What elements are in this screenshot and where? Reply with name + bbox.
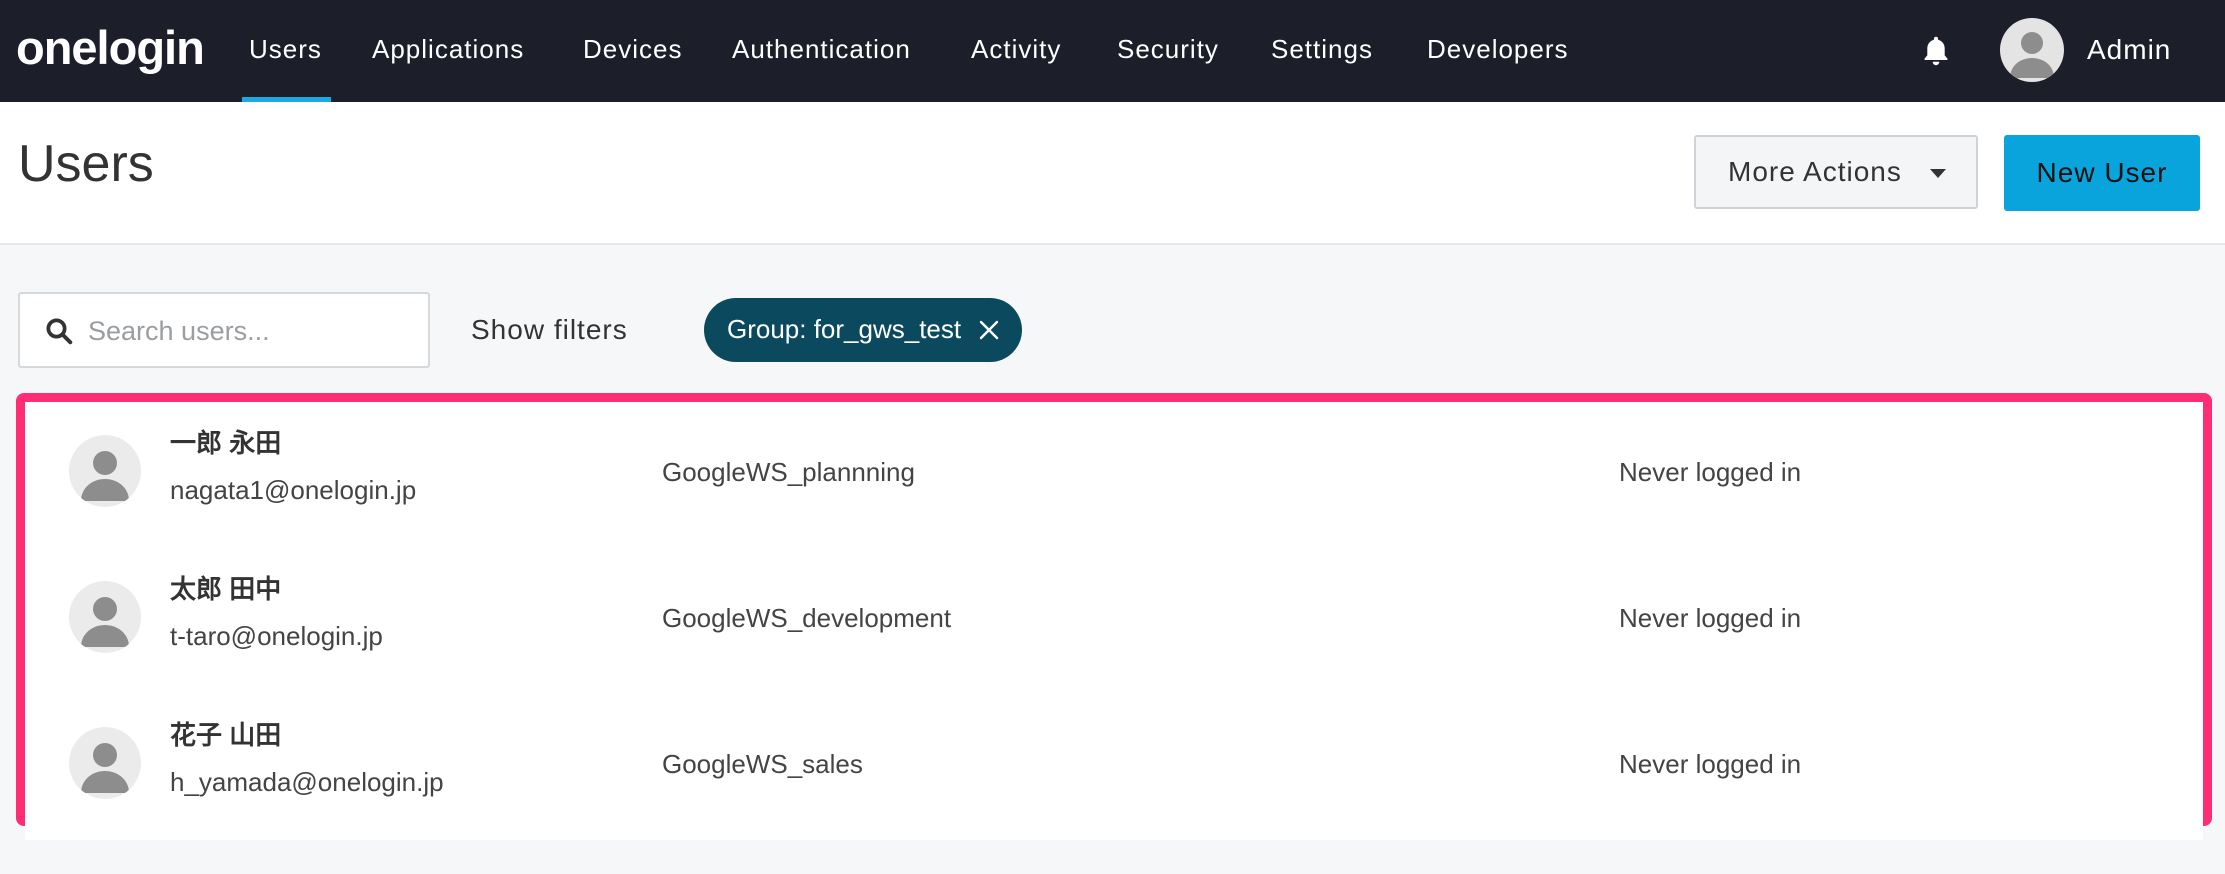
search-box[interactable] bbox=[18, 292, 430, 368]
more-actions-label: More Actions bbox=[1728, 156, 1902, 187]
onelogin-logo[interactable]: onelogin bbox=[16, 20, 205, 76]
user-row[interactable]: 花子 山田 h_yamada@onelogin.jp GoogleWS_sale… bbox=[25, 694, 2203, 840]
user-last-login: Never logged in bbox=[1619, 457, 1802, 487]
users-list: 一郎 永田 nagata1@onelogin.jp GoogleWS_plann… bbox=[16, 393, 2212, 840]
admin-avatar[interactable] bbox=[2000, 18, 2064, 82]
user-row[interactable]: 一郎 永田 nagata1@onelogin.jp GoogleWS_plann… bbox=[25, 402, 2203, 550]
user-row[interactable]: 太郎 田中 t-taro@onelogin.jp GoogleWS_develo… bbox=[25, 548, 2203, 696]
avatar bbox=[69, 581, 141, 653]
avatar bbox=[69, 435, 141, 507]
top-nav: onelogin Users Applications Devices Auth… bbox=[0, 0, 2225, 102]
new-user-button[interactable]: New User bbox=[2004, 135, 2200, 211]
user-email: t-taro@onelogin.jp bbox=[170, 621, 383, 651]
user-group: GoogleWS_plannning bbox=[662, 457, 915, 487]
nav-item-applications[interactable]: Applications bbox=[372, 0, 524, 102]
admin-menu-label[interactable]: Admin bbox=[2087, 0, 2171, 102]
group-filter-chip: Group: for_gws_test bbox=[704, 298, 1022, 362]
user-name: 太郎 田中 bbox=[170, 574, 282, 604]
user-email: h_yamada@onelogin.jp bbox=[170, 767, 444, 797]
user-silhouette-icon bbox=[81, 597, 129, 647]
user-last-login: Never logged in bbox=[1619, 749, 1802, 779]
chevron-down-icon bbox=[1930, 169, 1946, 178]
user-silhouette-icon bbox=[81, 451, 129, 501]
group-filter-label: Group: for_gws_test bbox=[727, 314, 962, 344]
show-filters-link[interactable]: Show filters bbox=[471, 292, 628, 368]
nav-item-devices[interactable]: Devices bbox=[583, 0, 682, 102]
page-title: Users bbox=[18, 135, 154, 193]
nav-item-settings[interactable]: Settings bbox=[1271, 0, 1373, 102]
more-actions-button[interactable]: More Actions bbox=[1694, 135, 1978, 209]
user-group: GoogleWS_development bbox=[662, 603, 952, 633]
nav-item-authentication[interactable]: Authentication bbox=[732, 0, 911, 102]
search-icon bbox=[46, 318, 73, 345]
nav-item-security[interactable]: Security bbox=[1117, 0, 1219, 102]
user-name: 花子 山田 bbox=[170, 720, 282, 750]
user-silhouette-icon bbox=[2010, 32, 2054, 78]
user-silhouette-icon bbox=[81, 743, 129, 793]
user-last-login: Never logged in bbox=[1619, 603, 1802, 633]
user-name: 一郎 永田 bbox=[170, 428, 282, 458]
search-input[interactable] bbox=[86, 304, 420, 358]
avatar bbox=[69, 727, 141, 799]
nav-item-activity[interactable]: Activity bbox=[971, 0, 1061, 102]
close-icon[interactable] bbox=[977, 318, 1001, 342]
user-email: nagata1@onelogin.jp bbox=[170, 475, 417, 505]
page-header: Users More Actions New User bbox=[0, 102, 2225, 245]
nav-item-users[interactable]: Users bbox=[242, 0, 331, 102]
bell-icon[interactable] bbox=[1918, 32, 1954, 70]
user-group: GoogleWS_sales bbox=[662, 749, 863, 779]
nav-item-developers[interactable]: Developers bbox=[1427, 0, 1569, 102]
